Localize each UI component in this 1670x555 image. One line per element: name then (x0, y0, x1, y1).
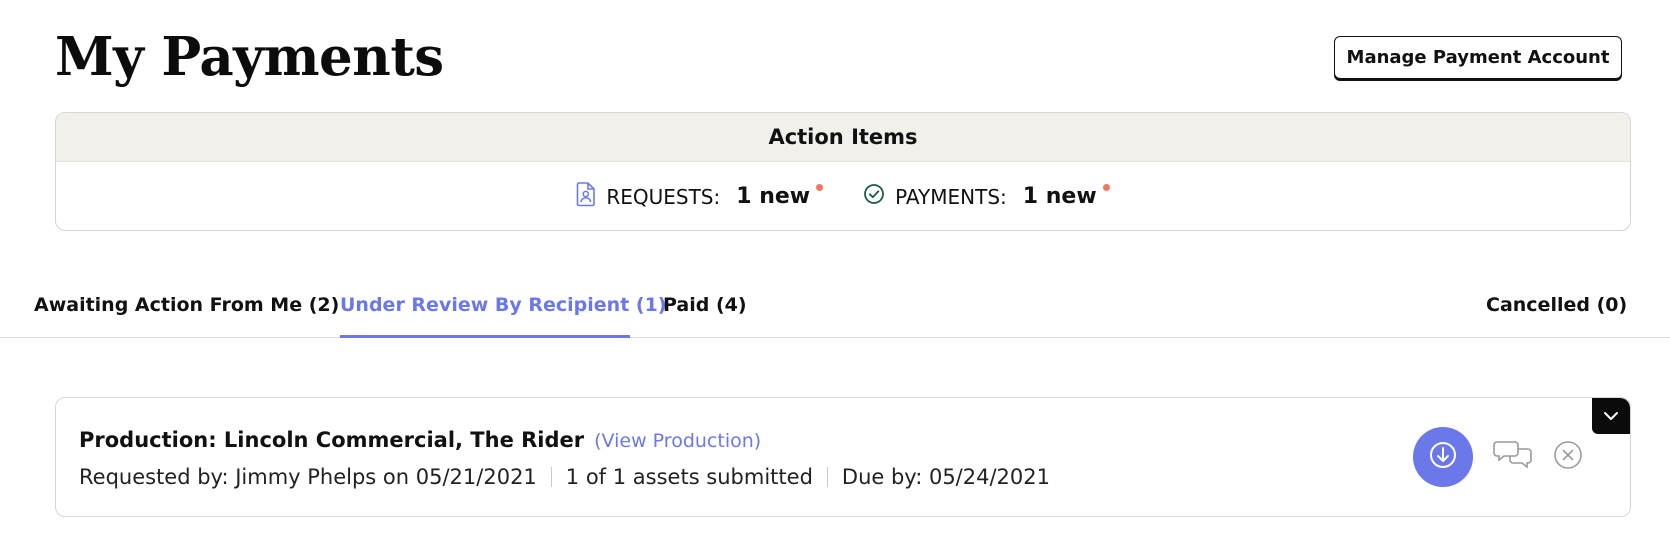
divider (550, 467, 552, 487)
payment-status-tabs: Awaiting Action From Me (2) Under Review… (0, 290, 1670, 338)
chat-icon (1493, 441, 1533, 474)
download-icon (1428, 440, 1458, 474)
download-button[interactable] (1413, 427, 1473, 487)
action-items-header: Action Items (56, 113, 1630, 162)
document-person-icon (576, 181, 606, 212)
requests-count: 1 new (736, 184, 811, 209)
payments-action-item[interactable]: PAYMENTS: 1 new (863, 183, 1110, 210)
requests-label: REQUESTS: (606, 184, 721, 209)
close-circle-icon (1553, 441, 1583, 474)
divider (826, 467, 828, 487)
tab-under-review[interactable]: Under Review By Recipient (1) (340, 290, 666, 338)
action-items-body: REQUESTS: 1 new PAYMENTS: 1 new (56, 162, 1630, 230)
production-title: Production: Lincoln Commercial, The Ride… (79, 428, 585, 452)
page-title: My Payments (55, 26, 444, 88)
due-date: Due by: 05/24/2021 (841, 465, 1050, 489)
tab-paid[interactable]: Paid (4) (663, 290, 747, 338)
assets-submitted: 1 of 1 assets submitted (565, 465, 813, 489)
chat-button[interactable] (1493, 438, 1533, 474)
payments-count: 1 new (1022, 184, 1097, 209)
payment-request-card: Production: Lincoln Commercial, The Ride… (55, 397, 1631, 517)
requested-by: Requested by: Jimmy Phelps on 05/21/2021 (79, 465, 537, 489)
expand-card-button[interactable] (1592, 398, 1630, 434)
payments-notification-dot (1102, 184, 1110, 191)
tab-cancelled[interactable]: Cancelled (0) (1486, 290, 1627, 338)
payments-label: PAYMENTS: (895, 184, 1007, 209)
check-circle-icon (863, 183, 895, 210)
card-title-row: Production: Lincoln Commercial, The Ride… (79, 428, 761, 452)
tab-awaiting-action[interactable]: Awaiting Action From Me (2) (34, 290, 339, 338)
chevron-down-icon (1602, 407, 1620, 426)
cancel-request-button[interactable] (1553, 440, 1583, 474)
action-items-card: Action Items REQUESTS: 1 new PAYMENTS: 1… (55, 112, 1631, 231)
card-meta: Requested by: Jimmy Phelps on 05/21/2021… (79, 465, 1050, 489)
manage-payment-account-button[interactable]: Manage Payment Account (1334, 36, 1622, 79)
requests-action-item[interactable]: REQUESTS: 1 new (576, 181, 824, 212)
view-production-link[interactable]: (View Production) (594, 430, 761, 452)
requests-notification-dot (816, 184, 824, 191)
